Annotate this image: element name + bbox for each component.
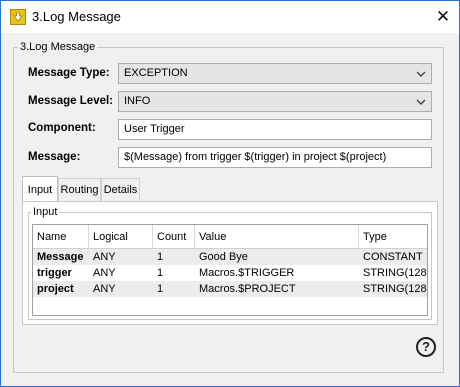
- table-row[interactable]: project ANY 1 Macros.$PROJECT STRING(128…: [33, 281, 428, 297]
- message-level-dropdown[interactable]: INFO: [118, 91, 432, 112]
- message-level-value: INFO: [124, 95, 151, 107]
- message-field[interactable]: $(Message) from trigger $(trigger) in pr…: [118, 147, 432, 168]
- window-title: 3.Log Message: [32, 9, 121, 24]
- input-groupbox-legend: Input: [31, 206, 60, 218]
- component-field[interactable]: User Trigger: [118, 119, 432, 140]
- cell-type: CONSTANT: [363, 251, 423, 263]
- cell-name: trigger: [37, 267, 72, 279]
- cell-count: 1: [157, 251, 164, 263]
- chevron-down-icon: [415, 96, 427, 111]
- close-icon[interactable]: ✕: [430, 4, 456, 30]
- column-header-value[interactable]: Value: [195, 225, 359, 249]
- app-arrow-icon: [10, 9, 26, 25]
- column-header-name[interactable]: Name: [33, 225, 89, 249]
- message-label: Message:: [28, 151, 81, 163]
- message-type-dropdown[interactable]: EXCEPTION: [118, 63, 432, 84]
- table-row[interactable]: trigger ANY 1 Macros.$TRIGGER STRING(128…: [33, 265, 428, 281]
- message-value: $(Message) from trigger $(trigger) in pr…: [124, 151, 387, 163]
- column-header-count[interactable]: Count: [153, 225, 195, 249]
- column-header-type[interactable]: Type: [359, 225, 427, 249]
- cell-logical: ANY: [93, 267, 116, 279]
- cell-logical: ANY: [93, 283, 116, 295]
- cell-name: Message: [37, 251, 84, 263]
- cell-value: Good Bye: [199, 251, 248, 263]
- cell-count: 1: [157, 267, 164, 279]
- input-table[interactable]: Name Logical Count Value Type Message AN…: [32, 224, 428, 316]
- message-level-label: Message Level:: [28, 95, 114, 107]
- cell-type: STRING(128): [363, 283, 428, 295]
- column-header-logical[interactable]: Logical: [89, 225, 153, 249]
- message-type-label: Message Type:: [28, 67, 110, 79]
- cell-logical: ANY: [93, 251, 116, 263]
- tab-details[interactable]: Details: [101, 178, 140, 201]
- cell-value: Macros.$PROJECT: [199, 283, 296, 295]
- help-icon[interactable]: ?: [416, 337, 436, 357]
- tab-input[interactable]: Input: [22, 176, 58, 201]
- cell-name: project: [37, 283, 74, 295]
- title-bar: 3.Log Message ✕: [1, 1, 459, 33]
- cell-value: Macros.$TRIGGER: [199, 267, 295, 279]
- chevron-down-icon: [415, 68, 427, 83]
- groupbox-legend: 3.Log Message: [18, 41, 98, 53]
- component-label: Component:: [28, 122, 96, 134]
- cell-count: 1: [157, 283, 164, 295]
- cell-type: STRING(128): [363, 267, 428, 279]
- component-value: User Trigger: [124, 123, 185, 135]
- table-row[interactable]: Message ANY 1 Good Bye CONSTANT: [33, 249, 427, 265]
- table-header: Name Logical Count Value Type: [33, 225, 427, 249]
- tab-routing[interactable]: Routing: [58, 178, 101, 201]
- message-type-value: EXCEPTION: [124, 67, 188, 79]
